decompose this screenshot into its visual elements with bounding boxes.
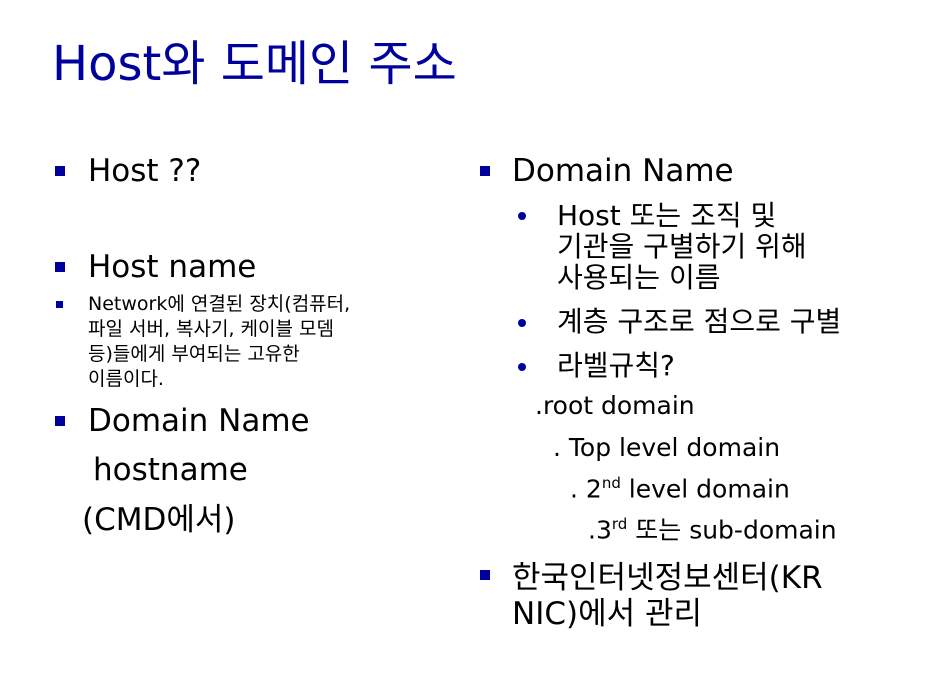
- sub-line: 사용되는 이름: [557, 261, 721, 294]
- desc-line: 이름이다.: [88, 368, 164, 390]
- t: 또는 sub-domain: [627, 515, 837, 545]
- cmd-text: (CMD에서): [82, 502, 236, 538]
- bullet-icon: [480, 166, 490, 176]
- bullet-icon: [56, 301, 63, 308]
- top-level-domain: . Top level domain: [553, 433, 781, 462]
- desc-line: 등)들에게 부여되는 고유한: [88, 343, 300, 365]
- krnic-line: 한국인터넷정보센터(KR: [512, 560, 823, 596]
- host-question: Host ??: [88, 153, 202, 189]
- sub-bullet-3: 라벨규칙?: [557, 349, 675, 382]
- t: . 2: [570, 474, 602, 504]
- bullet-dot-icon: [518, 212, 526, 220]
- bullet-icon: [55, 416, 65, 426]
- sub-line: 기관을 구별하기 위해: [557, 230, 807, 263]
- root-domain: .root domain: [535, 391, 695, 420]
- desc-line: Network에 연결된 장치(컴퓨터,: [88, 293, 351, 315]
- slide: Host와 도메인 주소 Host ?? Host name Network에 …: [0, 0, 945, 677]
- krnic-line: NIC)에서 관리: [512, 596, 703, 632]
- bullet-dot-icon: [518, 319, 526, 327]
- domain-name-heading-left: Domain Name: [88, 403, 310, 439]
- host-name-heading: Host name: [88, 249, 257, 285]
- sub-bullet-1: Host 또는 조직 및 기관을 구별하기 위해 사용되는 이름: [557, 200, 807, 293]
- sub-bullet-2: 계층 구조로 점으로 구별: [557, 305, 842, 338]
- bullet-dot-icon: [518, 363, 526, 371]
- second-level-domain: . 2nd level domain: [570, 474, 790, 504]
- domain-name-heading-right: Domain Name: [512, 153, 734, 189]
- sub-line: Host 또는 조직 및: [557, 199, 777, 232]
- bullet-icon: [55, 262, 65, 272]
- krnic-text: 한국인터넷정보센터(KR NIC)에서 관리: [512, 560, 823, 632]
- third-level-domain: .3rd 또는 sub-domain: [588, 515, 837, 545]
- bullet-icon: [480, 570, 490, 580]
- desc-line: 파일 서버, 복사기, 케이블 모뎀: [88, 318, 334, 340]
- hostname-text: hostname: [93, 452, 248, 488]
- slide-title: Host와 도메인 주소: [52, 36, 457, 92]
- t: level domain: [620, 474, 790, 504]
- t: nd: [601, 474, 621, 492]
- t: .3: [588, 515, 612, 545]
- bullet-icon: [55, 166, 65, 176]
- host-name-description: Network에 연결된 장치(컴퓨터, 파일 서버, 복사기, 케이블 모뎀 …: [88, 292, 350, 392]
- t: rd: [611, 515, 628, 533]
